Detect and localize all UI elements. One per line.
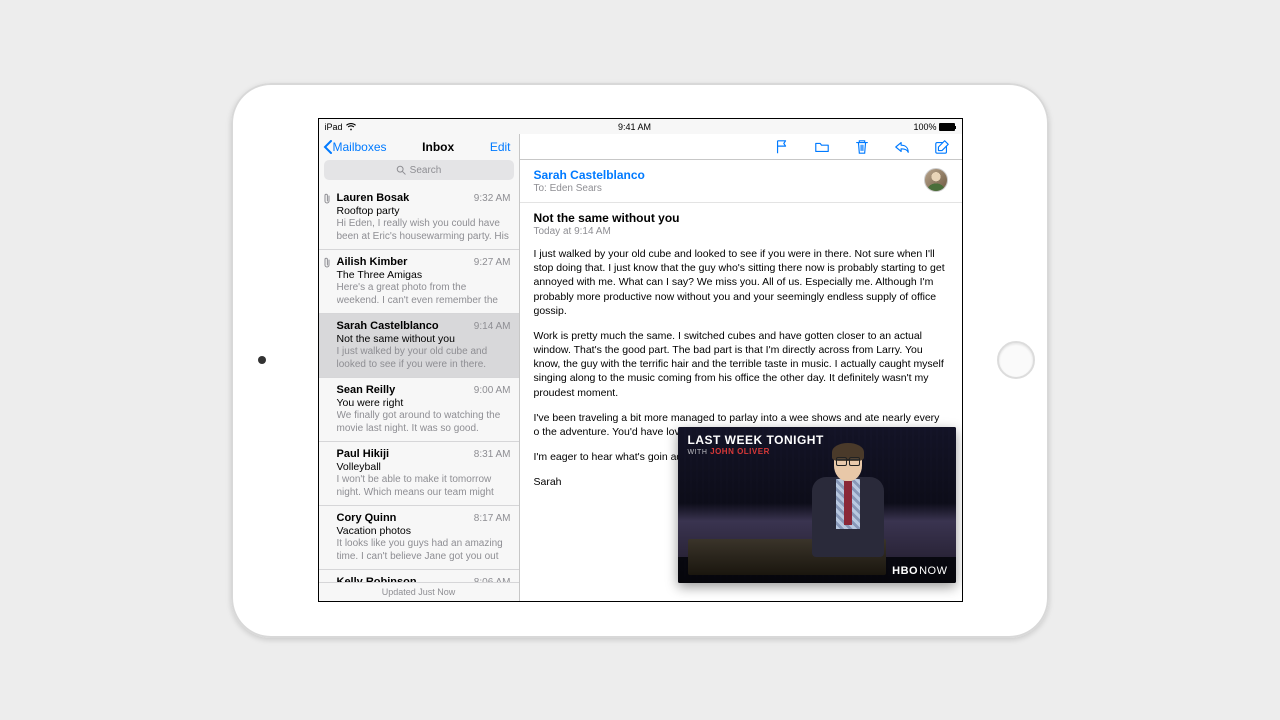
message-item[interactable]: Lauren Bosak 9:32 AMRooftop partyHi Eden,…: [319, 186, 519, 250]
body-paragraph: I just walked by your old cube and looke…: [534, 247, 948, 318]
msg-from: Ailish Kimber: [337, 256, 408, 268]
msg-time: 8:06 AM: [474, 577, 511, 582]
msg-time: 9:00 AM: [474, 385, 511, 396]
status-time: 9:41 AM: [618, 122, 651, 132]
message-list-panel: Mailboxes Inbox Edit Search Lauren Bosak…: [319, 134, 520, 601]
reply-button[interactable]: [894, 139, 910, 155]
msg-from: Lauren Bosak: [337, 192, 410, 204]
home-button[interactable]: [997, 341, 1035, 379]
pip-video-overlay[interactable]: LAST WEEK TONIGHT WITH JOHN OLIVER HBONO…: [678, 427, 956, 583]
message-item[interactable]: Cory Quinn 8:17 AMVacation photosIt looks…: [319, 506, 519, 570]
msg-time: 9:14 AM: [474, 321, 511, 332]
sidebar-footer: Updated Just Now: [319, 582, 519, 601]
back-label: Mailboxes: [333, 140, 387, 154]
pip-show-title: LAST WEEK TONIGHT WITH JOHN OLIVER: [688, 433, 824, 456]
message-list[interactable]: Lauren Bosak 9:32 AMRooftop partyHi Eden,…: [319, 186, 519, 582]
attachment-icon: [322, 193, 332, 205]
status-bar: iPad 9:41 AM 100%: [319, 119, 962, 134]
msg-time: 9:32 AM: [474, 193, 511, 204]
msg-preview: We finally got around to watching the mo…: [337, 410, 511, 435]
msg-subject: Rooftop party: [337, 205, 511, 217]
reader-subject: Not the same without you: [534, 211, 948, 225]
chevron-left-icon: [323, 140, 332, 154]
reader-date: Today at 9:14 AM: [534, 226, 948, 237]
msg-time: 9:27 AM: [474, 257, 511, 268]
battery-icon: [939, 123, 955, 131]
message-item[interactable]: Sean Reilly 9:00 AMYou were rightWe final…: [319, 378, 519, 442]
msg-preview: Here's a great photo from the weekend. I…: [337, 282, 511, 307]
msg-subject: Vacation photos: [337, 525, 511, 537]
status-carrier: iPad: [325, 122, 343, 132]
reader-toolbar: [520, 134, 962, 160]
attachment-icon: [322, 257, 332, 269]
edit-button[interactable]: Edit: [490, 140, 511, 154]
msg-from: Kelly Robinson: [337, 576, 417, 582]
msg-from: Paul Hikiji: [337, 448, 390, 460]
sender-avatar[interactable]: [924, 168, 948, 192]
delete-button[interactable]: [854, 139, 870, 155]
back-button[interactable]: Mailboxes: [323, 140, 387, 154]
wifi-icon: [346, 123, 356, 131]
msg-preview: Hi Eden, I really wish you could have be…: [337, 218, 511, 243]
msg-preview: I just walked by your old cube and looke…: [337, 346, 511, 371]
msg-subject: The Three Amigas: [337, 269, 511, 281]
status-battery-pct: 100%: [913, 122, 936, 132]
search-placeholder: Search: [410, 165, 442, 176]
msg-time: 8:17 AM: [474, 513, 511, 524]
compose-button[interactable]: [934, 139, 950, 155]
message-item[interactable]: Ailish Kimber 9:27 AMThe Three AmigasHere…: [319, 250, 519, 314]
flag-button[interactable]: [774, 139, 790, 155]
body-paragraph: Work is pretty much the same. I switched…: [534, 329, 948, 400]
move-button[interactable]: [814, 139, 830, 155]
ipad-device-frame: iPad 9:41 AM 100% Mailboxes Inbox Edit: [231, 83, 1049, 638]
msg-subject: You were right: [337, 397, 511, 409]
search-input[interactable]: Search: [324, 160, 514, 180]
msg-from: Cory Quinn: [337, 512, 397, 524]
msg-time: 8:31 AM: [474, 449, 511, 460]
msg-preview: It looks like you guys had an amazing ti…: [337, 538, 511, 563]
search-icon: [396, 165, 406, 175]
screen: iPad 9:41 AM 100% Mailboxes Inbox Edit: [318, 118, 963, 602]
pip-network-logo: HBONOW: [892, 565, 947, 577]
mailbox-title: Inbox: [422, 140, 454, 154]
msg-from: Sarah Castelblanco: [337, 320, 439, 332]
message-item[interactable]: Paul Hikiji 8:31 AMVolleyballI won't be a…: [319, 442, 519, 506]
camera-dot: [258, 356, 266, 364]
message-reader: Sarah Castelblanco To: Eden Sears Not th…: [520, 134, 962, 601]
msg-from: Sean Reilly: [337, 384, 396, 396]
msg-preview: I won't be able to make it tomorrow nigh…: [337, 474, 511, 499]
message-item[interactable]: Sarah Castelblanco 9:14 AMNot the same wi…: [319, 314, 519, 378]
reader-from[interactable]: Sarah Castelblanco: [534, 168, 645, 182]
message-item[interactable]: Kelly Robinson8:06 AMLost and found: [319, 570, 519, 582]
msg-subject: Not the same without you: [337, 333, 511, 345]
msg-subject: Volleyball: [337, 461, 511, 473]
pip-host-figure: [796, 443, 896, 553]
reader-to: To: Eden Sears: [534, 183, 645, 194]
sidebar-nav: Mailboxes Inbox Edit: [319, 134, 519, 160]
